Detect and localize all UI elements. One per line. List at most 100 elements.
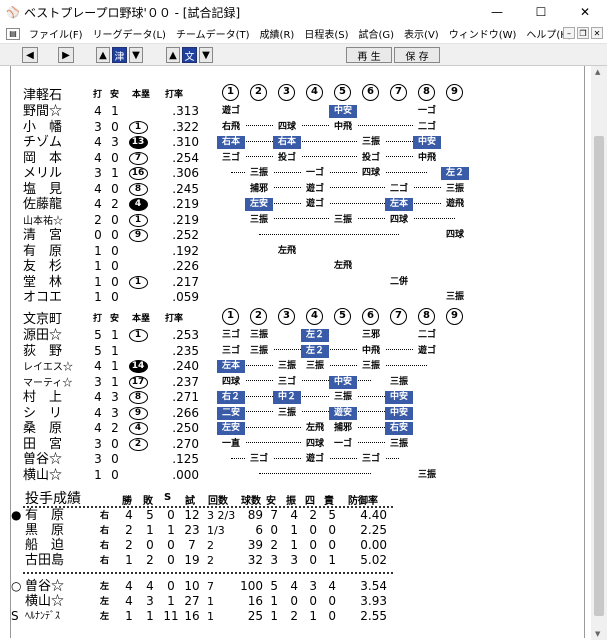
at-bat-result: 遊ゴ bbox=[413, 344, 441, 358]
player-name: 桑 原 bbox=[23, 421, 63, 436]
innings-pitched: 7 bbox=[207, 580, 214, 593]
inning-number: 3 bbox=[278, 84, 295, 101]
stat-er: 4 bbox=[328, 579, 336, 593]
scrollbar-thumb[interactable] bbox=[594, 136, 604, 616]
pitcher-row: S ﾍﾙﾅﾝﾃﾞｽ左 1 1 11 16 1 25 1 2 1 0 2.55 bbox=[11, 609, 584, 624]
stat-s: 1 bbox=[167, 523, 175, 537]
stat-bb: 0 bbox=[309, 553, 317, 567]
menu-team-data[interactable]: チームデータ(T) bbox=[171, 26, 255, 41]
era: 0.00 bbox=[360, 538, 387, 552]
vertical-scrollbar[interactable]: ▲ ▼ bbox=[591, 66, 607, 640]
home-run-count: 14 bbox=[128, 360, 148, 373]
at-bat-result: 二ゴ bbox=[413, 120, 441, 134]
player-row: 横山☆ 1 0 .000 三振 bbox=[11, 468, 584, 483]
menu-window[interactable]: ウィンドウ(W) bbox=[444, 26, 522, 41]
stat-bb: 0 bbox=[309, 594, 317, 608]
stat-l: 2 bbox=[146, 553, 154, 567]
menu-view[interactable]: 表示(V) bbox=[399, 26, 444, 41]
mdi-restore-button[interactable]: ❐ bbox=[577, 27, 589, 39]
at-bat-result: 三振 bbox=[245, 329, 273, 342]
stat-g: 10 bbox=[184, 579, 200, 593]
at-bat-result: 中２ bbox=[273, 391, 301, 404]
scroll-up-icon[interactable]: ▲ bbox=[595, 68, 600, 76]
arrow-down-icon[interactable]: ▼ bbox=[199, 47, 213, 63]
inning-number: 8 bbox=[418, 84, 435, 101]
at-bat-result: 左安 bbox=[245, 198, 273, 211]
inning-number: 3 bbox=[278, 308, 295, 325]
home-runs: 17 bbox=[127, 375, 149, 390]
pitching-header: 振 bbox=[286, 496, 296, 507]
menu-league-data[interactable]: リーグデータ(L) bbox=[88, 26, 171, 41]
inning-number: 4 bbox=[306, 308, 323, 325]
menu-file[interactable]: ファイル(F) bbox=[24, 26, 88, 41]
at-bat-result: 三ゴ bbox=[245, 453, 273, 466]
hits: 1 bbox=[111, 104, 119, 118]
menu-schedule[interactable]: 日程表(S) bbox=[299, 26, 353, 41]
home-runs: 14 bbox=[127, 359, 149, 374]
stat-np: 32 bbox=[247, 553, 263, 567]
stat-l: 0 bbox=[146, 538, 154, 552]
inning-number: 1 bbox=[222, 308, 239, 325]
stat-np: 39 bbox=[247, 538, 263, 552]
decision-mark: ○ bbox=[11, 579, 22, 593]
team-tsu-button[interactable]: 津 bbox=[112, 47, 127, 63]
home-run-count: 13 bbox=[128, 136, 148, 149]
team-bun-button[interactable]: 文 bbox=[182, 47, 197, 63]
pitching-header: 回数 bbox=[208, 496, 228, 507]
close-button[interactable]: ✕ bbox=[563, 0, 607, 24]
inning-number: 1 bbox=[222, 84, 239, 101]
partial-row bbox=[11, 66, 584, 72]
arrow-down-icon[interactable]: ▼ bbox=[129, 47, 143, 63]
mdi-minimize-button[interactable]: – bbox=[563, 27, 575, 39]
player-row: 野間☆ 4 1 .313 遊ゴ 中安 一ゴ bbox=[11, 104, 584, 126]
player-name: 佐藤龍 bbox=[23, 197, 63, 212]
save-button[interactable]: 保 存 bbox=[394, 47, 440, 63]
at-bats: 1 bbox=[94, 259, 102, 273]
stat-k: 4 bbox=[290, 579, 298, 593]
throwing-hand: 左 bbox=[100, 582, 110, 592]
stat-g: 7 bbox=[188, 538, 196, 552]
arrow-up-icon[interactable]: ▲ bbox=[96, 47, 110, 63]
player-name: 荻 野 bbox=[23, 343, 63, 359]
batting-average: .252 bbox=[172, 228, 199, 242]
batting-average: .253 bbox=[172, 328, 199, 342]
player-row: 有 原 1 0 .192 左飛 bbox=[11, 244, 584, 259]
document-icon[interactable]: ▤ bbox=[6, 27, 20, 40]
mdi-close-button[interactable]: ✕ bbox=[591, 27, 603, 39]
home-run-count: 1 bbox=[128, 213, 148, 227]
arrow-left-icon[interactable]: ◀ bbox=[22, 47, 38, 63]
at-bats: 1 bbox=[94, 290, 102, 304]
stat-k: 1 bbox=[290, 523, 298, 537]
inning-number: 6 bbox=[362, 308, 379, 325]
stat-w: 4 bbox=[125, 508, 133, 522]
maximize-button[interactable]: ☐ bbox=[519, 0, 563, 24]
at-bat-result: 三振 bbox=[273, 406, 301, 420]
at-bat-result: 四球 bbox=[217, 375, 245, 389]
at-bats: 3 bbox=[94, 374, 102, 389]
stat-bb: 0 bbox=[309, 523, 317, 537]
hits: 3 bbox=[111, 135, 119, 149]
pitcher-name: 曽谷☆ bbox=[25, 579, 65, 594]
pitching-header: 防御率 bbox=[348, 496, 378, 507]
at-bats: 4 bbox=[94, 405, 102, 420]
arrow-up-icon[interactable]: ▲ bbox=[166, 47, 180, 63]
batting-average: .250 bbox=[172, 421, 199, 435]
arrow-right-icon[interactable]: ▶ bbox=[58, 47, 74, 63]
player-name: 山本祐☆ bbox=[23, 215, 63, 227]
hits: 0 bbox=[111, 274, 119, 289]
at-bat-result: 四球 bbox=[273, 120, 301, 134]
replay-button[interactable]: 再 生 bbox=[346, 47, 392, 63]
player-name: 塩 見 bbox=[23, 181, 63, 197]
stat-s: 11 bbox=[163, 609, 179, 623]
scroll-down-icon[interactable]: ▼ bbox=[595, 630, 600, 638]
menu-records[interactable]: 成績(R) bbox=[255, 26, 300, 41]
player-row: 荻 野 5 1 .235 三ゴ 三振 左２ 中飛 遊ゴ bbox=[11, 343, 584, 366]
minimize-button[interactable]: — bbox=[475, 0, 519, 24]
menu-game[interactable]: 試合(G) bbox=[353, 26, 399, 41]
batting-average: .306 bbox=[172, 166, 199, 180]
home-runs: 2 bbox=[127, 437, 149, 452]
batting-average: .245 bbox=[172, 181, 199, 196]
player-name: 小 幡 bbox=[23, 119, 63, 135]
home-run-count: 9 bbox=[128, 229, 148, 242]
era: 3.54 bbox=[360, 579, 387, 593]
